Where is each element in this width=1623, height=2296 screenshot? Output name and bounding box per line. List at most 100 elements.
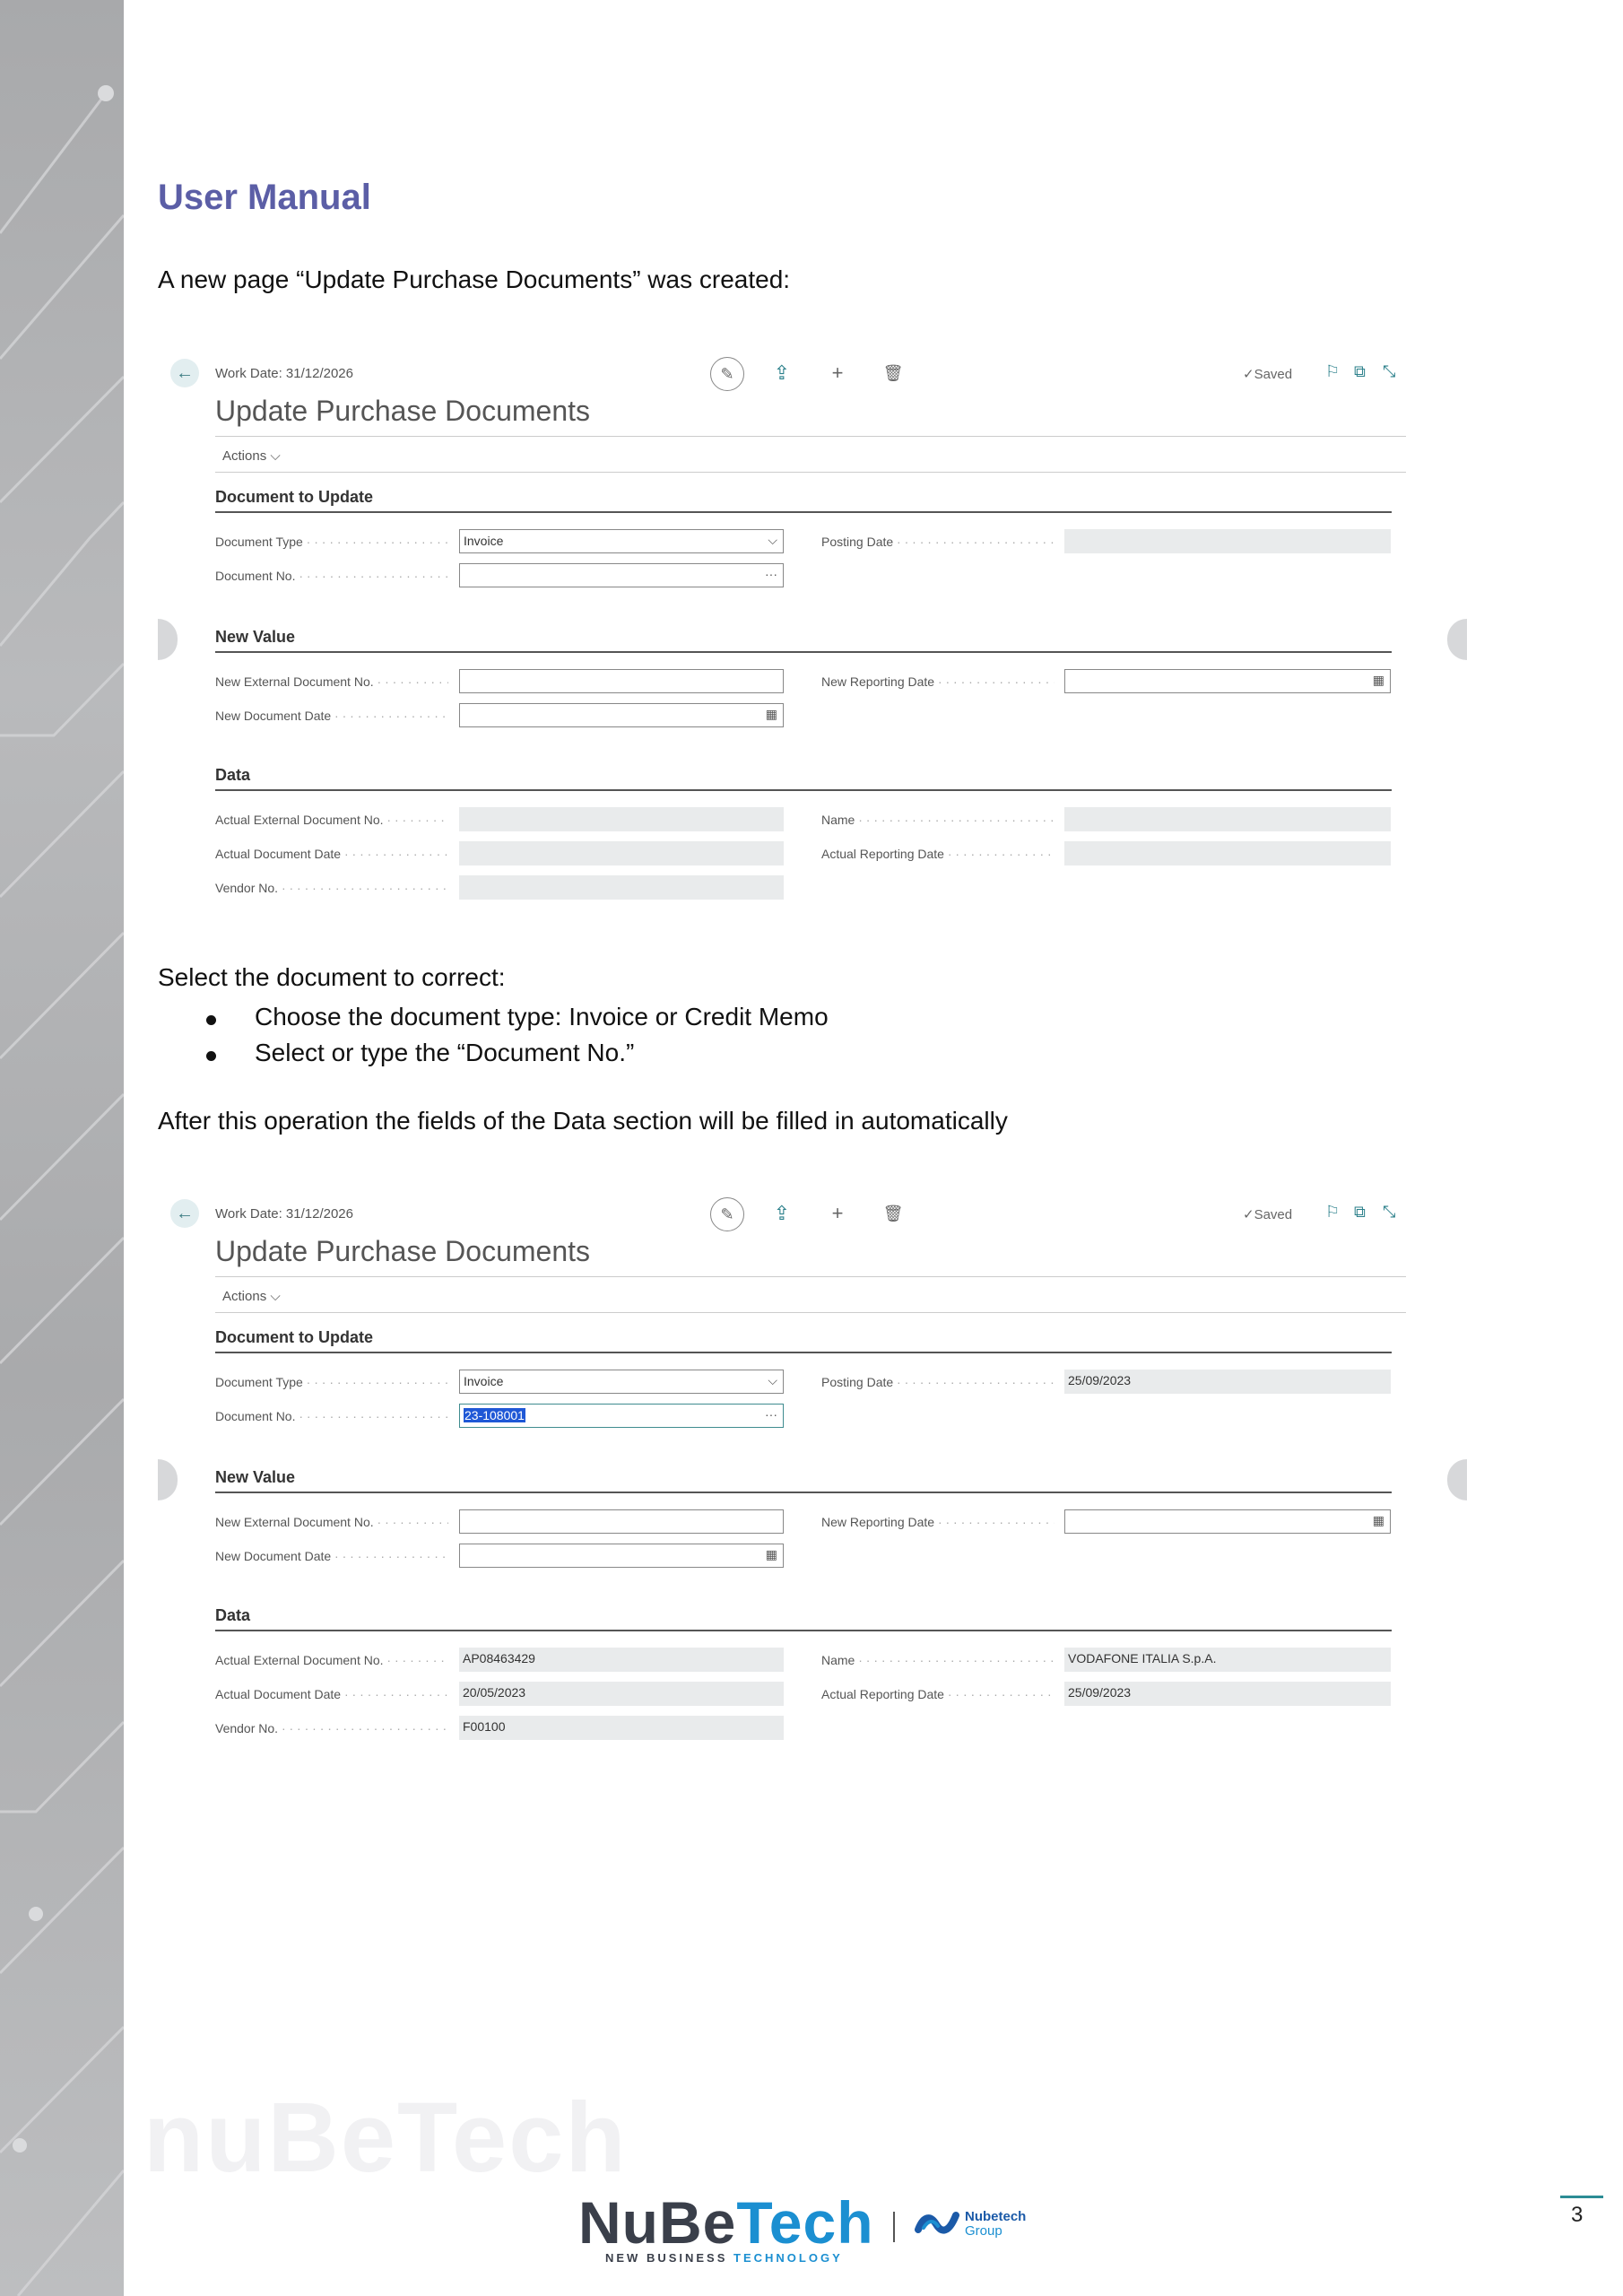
- label-new-reporting-date: New Reporting Date: [821, 1515, 1055, 1529]
- label-new-reporting-date: New Reporting Date: [821, 674, 1055, 689]
- vendor-no-field: F00100: [459, 1716, 784, 1740]
- label-document-no: Document No.: [215, 1409, 448, 1423]
- label-actual-document-date: Actual Document Date: [215, 1687, 448, 1701]
- new-plus-icon[interactable]: +: [823, 359, 852, 387]
- label-vendor-no: Vendor No.: [215, 881, 448, 895]
- ellipsis-lookup-icon[interactable]: ···: [765, 1407, 777, 1422]
- bookmark-icon[interactable]: ⚐: [1325, 1203, 1340, 1222]
- section-new-value: New Value: [215, 1468, 296, 1486]
- new-external-document-no-input[interactable]: [459, 1509, 784, 1534]
- edit-pencil-icon[interactable]: ✎: [710, 357, 744, 391]
- section-data: Data: [215, 1606, 251, 1624]
- nubetech-logo: NuBeTech: [578, 2188, 874, 2257]
- label-actual-reporting-date: Actual Reporting Date: [821, 1687, 1055, 1701]
- actual-reporting-date-field: 25/09/2023: [1064, 1682, 1391, 1706]
- calendar-icon[interactable]: ▦: [766, 707, 777, 722]
- watermark-logo: nuBeTech: [143, 2083, 628, 2193]
- edit-pencil-icon[interactable]: ✎: [710, 1197, 744, 1231]
- group-sub: Group: [965, 2223, 1002, 2239]
- scroll-right-handle[interactable]: [1447, 619, 1467, 660]
- calendar-icon[interactable]: ▦: [1373, 1513, 1384, 1528]
- actual-document-date-field: 20/05/2023: [459, 1682, 784, 1706]
- section-underline: [215, 789, 1392, 791]
- document-type-select[interactable]: Invoice ⌵: [459, 1370, 784, 1394]
- screenshot-update-purchase-documents-filled: ← Work Date: 31/12/2026 ✎ ⇪ + 🗑 ✓Saved ⚐…: [158, 1190, 1467, 1746]
- label-vendor-no: Vendor No.: [215, 1721, 448, 1735]
- label-new-document-date: New Document Date: [215, 709, 448, 723]
- work-date: Work Date: 31/12/2026: [215, 366, 353, 381]
- collapse-icon[interactable]: ⤡: [1383, 1203, 1395, 1222]
- bookmark-icon[interactable]: ⚐: [1325, 362, 1340, 381]
- list-item: Choose the document type: Invoice or Cre…: [206, 1003, 829, 1039]
- back-arrow-icon[interactable]: ←: [170, 1199, 199, 1228]
- new-reporting-date-input[interactable]: ▦: [1064, 1509, 1391, 1534]
- document-type-select[interactable]: Invoice ⌵: [459, 529, 784, 553]
- section-document-to-update: Document to Update: [215, 488, 374, 506]
- document-no-input[interactable]: 23-108001 ···: [459, 1404, 784, 1428]
- calendar-icon[interactable]: ▦: [1373, 673, 1384, 688]
- after-operation-paragraph: After this operation the fields of the D…: [158, 1107, 1008, 1135]
- logo-text-part1: NuBe: [578, 2189, 737, 2256]
- section-data: Data: [215, 766, 251, 784]
- new-external-document-no-input[interactable]: [459, 669, 784, 693]
- calendar-icon[interactable]: ▦: [766, 1547, 777, 1562]
- open-new-window-icon[interactable]: ⧉: [1354, 362, 1366, 381]
- new-document-date-input[interactable]: ▦: [459, 1544, 784, 1568]
- actions-menu[interactable]: Actions ⌵: [222, 448, 281, 464]
- page-title: Update Purchase Documents: [215, 1235, 590, 1267]
- work-date: Work Date: 31/12/2026: [215, 1206, 353, 1222]
- saved-status: ✓Saved: [1243, 1207, 1293, 1222]
- open-new-window-icon[interactable]: ⧉: [1354, 1203, 1366, 1222]
- label-document-no: Document No.: [215, 569, 448, 583]
- label-document-type: Document Type: [215, 535, 448, 549]
- label-actual-external-document-no: Actual External Document No.: [215, 1653, 448, 1667]
- divider: [215, 472, 1406, 473]
- chevron-down-icon: ⌵: [768, 533, 777, 547]
- selected-text: 23-108001: [464, 1408, 525, 1422]
- page-number-rule: [1560, 2196, 1603, 2198]
- actual-external-document-no-field: [459, 807, 784, 831]
- posting-date-field: [1064, 529, 1391, 553]
- actions-menu[interactable]: Actions ⌵: [222, 1289, 281, 1304]
- section-underline: [215, 1352, 1392, 1353]
- label-name: Name: [821, 813, 1055, 827]
- label-posting-date: Posting Date: [821, 535, 1055, 549]
- share-icon[interactable]: ⇪: [768, 359, 796, 387]
- name-field: VODAFONE ITALIA S.p.A.: [1064, 1648, 1391, 1672]
- new-reporting-date-input[interactable]: ▦: [1064, 669, 1391, 693]
- saved-status: ✓Saved: [1243, 367, 1293, 382]
- new-plus-icon[interactable]: +: [823, 1199, 852, 1228]
- ellipsis-lookup-icon[interactable]: ···: [765, 567, 777, 581]
- page-number: 3: [1571, 2203, 1584, 2227]
- divider: [215, 1276, 1406, 1277]
- label-actual-external-document-no: Actual External Document No.: [215, 813, 448, 827]
- tagline-part1: NEW BUSINESS: [605, 2251, 734, 2265]
- section-new-value: New Value: [215, 628, 296, 646]
- section-document-to-update: Document to Update: [215, 1328, 374, 1346]
- delete-trash-icon[interactable]: 🗑: [879, 359, 907, 387]
- chevron-down-icon: ⌵: [768, 1373, 777, 1387]
- document-no-input[interactable]: ···: [459, 563, 784, 587]
- nubetech-group-mark-icon: [915, 2212, 959, 2234]
- label-new-external-document-no: New External Document No.: [215, 1515, 448, 1529]
- section-underline: [215, 511, 1392, 513]
- divider: [215, 436, 1406, 437]
- logo-tagline: NEW BUSINESS TECHNOLOGY: [605, 2251, 843, 2265]
- name-field: [1064, 807, 1391, 831]
- new-document-date-input[interactable]: ▦: [459, 703, 784, 727]
- actual-document-date-field: [459, 841, 784, 865]
- share-icon[interactable]: ⇪: [768, 1199, 796, 1228]
- page-heading: User Manual: [158, 178, 371, 217]
- label-actual-reporting-date: Actual Reporting Date: [821, 847, 1055, 861]
- scroll-right-handle[interactable]: [1447, 1459, 1467, 1500]
- section-underline: [215, 1492, 1392, 1493]
- posting-date-field: 25/09/2023: [1064, 1370, 1391, 1394]
- logo-separator: [893, 2212, 895, 2242]
- delete-trash-icon[interactable]: 🗑: [879, 1199, 907, 1228]
- instruction-list: Choose the document type: Invoice or Cre…: [206, 1003, 829, 1074]
- collapse-icon[interactable]: ⤡: [1383, 362, 1395, 381]
- scroll-left-handle[interactable]: [158, 1459, 178, 1500]
- back-arrow-icon[interactable]: ←: [170, 359, 199, 387]
- scroll-left-handle[interactable]: [158, 619, 178, 660]
- label-document-type: Document Type: [215, 1375, 448, 1389]
